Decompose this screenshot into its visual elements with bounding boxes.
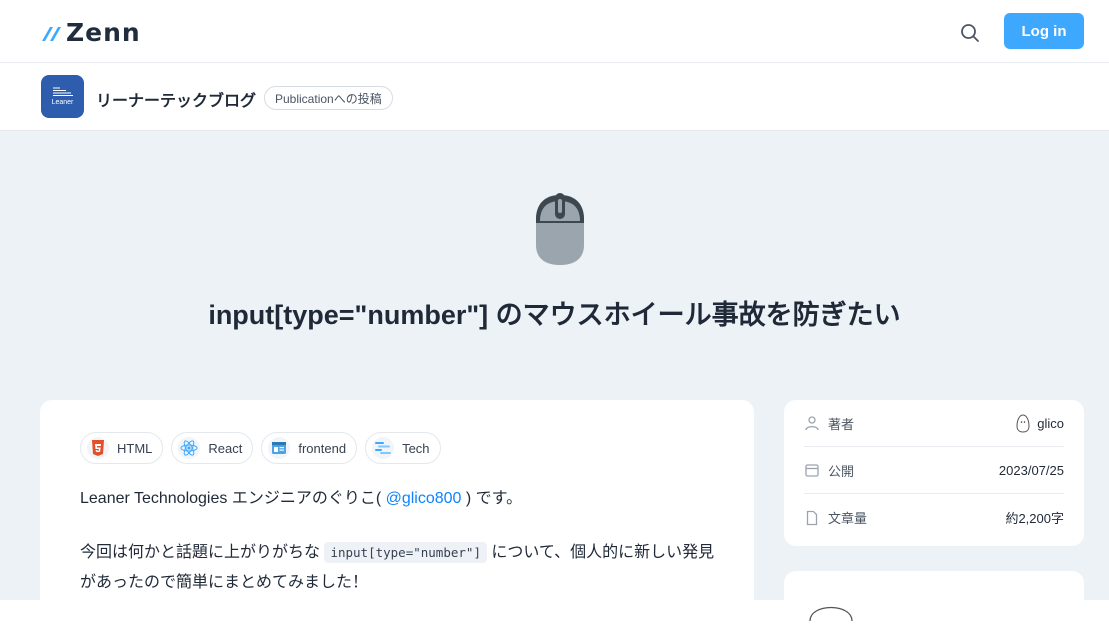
published-label: 公開: [828, 463, 855, 479]
search-icon: [961, 24, 979, 42]
author-row: 著者 glico: [804, 400, 1064, 447]
topic-frontend[interactable]: frontend: [261, 432, 358, 464]
article-title: input[type="number"] のマウスホイール事故を防ぎたい: [208, 300, 901, 330]
site-header: Zenn Log in: [0, 0, 1109, 63]
topic-label: HTML: [117, 440, 153, 456]
article-body-card: HTML React frontend Tech Leaner Technolo…: [40, 400, 754, 620]
intro-paragraph: Leaner Technologies エンジニアのぐりこ( @glico800…: [80, 484, 522, 514]
publication-logo[interactable]: Leaner: [41, 75, 84, 118]
avatar: [1016, 414, 1030, 433]
avatar: [809, 607, 853, 621]
search-button[interactable]: [955, 18, 985, 48]
zenn-logo-icon: [42, 27, 61, 41]
topic-label: Tech: [402, 440, 430, 456]
topic-html[interactable]: HTML: [80, 432, 164, 464]
login-button[interactable]: Log in: [1004, 13, 1084, 49]
topic-label: frontend: [298, 440, 347, 456]
length-value: 約2,200字: [1005, 511, 1064, 526]
topic-tech[interactable]: Tech: [365, 432, 441, 464]
html5-icon: [87, 437, 109, 459]
publication-logo-text: Leaner: [51, 99, 74, 106]
published-row: 公開 2023/07/25: [804, 447, 1064, 494]
intro-text-before: Leaner Technologies エンジニアのぐりこ(: [80, 490, 386, 507]
article-info-card: 著者 glico 公開 2023/07/25 文章量 約2,200字: [784, 400, 1084, 546]
author-link[interactable]: glico: [1015, 413, 1064, 433]
author-label: 著者: [828, 416, 855, 432]
publication-info-card: [784, 571, 1084, 631]
zenn-logo[interactable]: Zenn: [40, 17, 141, 47]
zenn-logo-text: Zenn: [66, 17, 141, 47]
calendar-icon: [805, 464, 819, 477]
inline-code: input[type="number"]: [324, 542, 487, 563]
document-icon: [806, 510, 818, 525]
frontend-icon: [268, 437, 291, 459]
publication-badge: Publicationへの投稿: [264, 86, 393, 110]
react-icon: [178, 437, 201, 459]
publication-name[interactable]: リーナーテックブログ: [96, 87, 256, 111]
body-paragraph: 今回は何かと話題に上がりがちな input[type="number"] につい…: [80, 538, 720, 598]
person-icon: [805, 416, 819, 431]
computer-mouse-icon: [536, 193, 584, 265]
body-text-before: 今回は何かと話題に上がりがちな: [80, 544, 325, 561]
published-date: 2023/07/25: [998, 462, 1064, 478]
publication-bar: Leaner リーナーテックブログ Publicationへの投稿: [0, 63, 1109, 131]
author-name: glico: [1037, 415, 1064, 431]
length-label: 文章量: [828, 511, 868, 526]
topic-list: HTML React frontend Tech: [80, 432, 441, 464]
intro-text-after: ) です。: [461, 490, 523, 507]
length-row: 文章量 約2,200字: [804, 494, 1064, 541]
tech-icon: [372, 437, 395, 459]
topic-label: React: [208, 440, 243, 456]
topic-react[interactable]: React: [171, 432, 254, 464]
author-mention-link[interactable]: @glico800: [386, 490, 462, 507]
article-hero: input[type="number"] のマウスホイール事故を防ぎたい HTM…: [0, 131, 1109, 631]
publication-logo-icon: [52, 87, 73, 96]
